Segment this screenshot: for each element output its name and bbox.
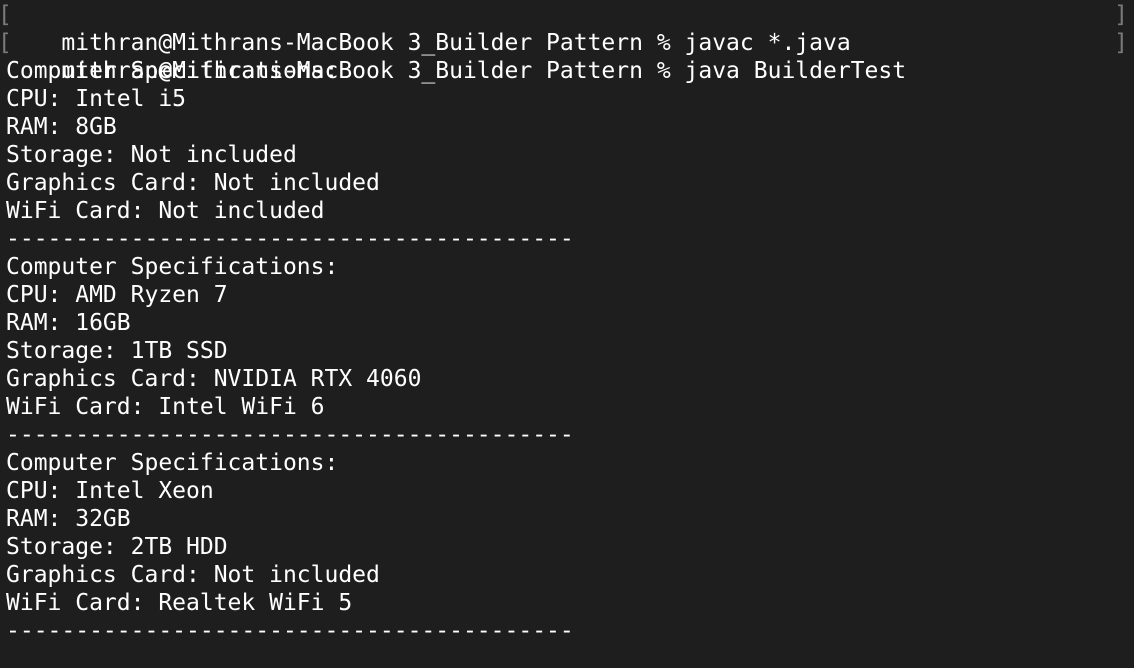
command-line: [mithran@Mithrans-MacBook 3_Builder Patt… bbox=[0, 1, 1134, 56]
output-line: WiFi Card: Not included bbox=[6, 198, 325, 224]
separator-line: ----------------------------------------… bbox=[6, 618, 574, 644]
terminal-window[interactable]: [ mithran@Mithrans-MacBook 3_Builder Patt… bbox=[0, 0, 1134, 668]
line-marker-right: ] bbox=[1114, 30, 1128, 56]
output-line: Computer Specifications: bbox=[6, 58, 339, 84]
output-line: CPU: AMD Ryzen 7 bbox=[6, 282, 228, 308]
output-line: CPU: Intel i5 bbox=[6, 86, 187, 112]
output-line: Storage: 1TB SSD bbox=[6, 338, 228, 364]
output-line: Graphics Card: NVIDIA RTX 4060 bbox=[6, 366, 422, 392]
output-line: RAM: 8GB bbox=[6, 114, 117, 140]
output-line: Graphics Card: Not included bbox=[6, 170, 380, 196]
line-marker-left: [ bbox=[0, 29, 12, 57]
output-line: Computer Specifications: bbox=[6, 450, 339, 476]
separator-line: ----------------------------------------… bbox=[6, 422, 574, 448]
separator-line: ----------------------------------------… bbox=[6, 226, 574, 252]
output-line: Storage: 2TB HDD bbox=[6, 534, 228, 560]
command-line: [mithran@Mithrans-MacBook 3_Builder Patt… bbox=[0, 29, 1134, 84]
output-line: Graphics Card: Not included bbox=[6, 562, 380, 588]
active-prompt-line[interactable]: mithran@Mithrans-MacBook 3_Builder Patte… bbox=[0, 645, 1134, 668]
output-line: RAM: 16GB bbox=[6, 310, 131, 336]
output-line: Storage: Not included bbox=[6, 142, 297, 168]
output-line: CPU: Intel Xeon bbox=[6, 478, 214, 504]
line-marker-right: ] bbox=[1114, 2, 1128, 28]
output-line: WiFi Card: Intel WiFi 6 bbox=[6, 394, 325, 420]
output-line: RAM: 32GB bbox=[6, 506, 131, 532]
output-line: WiFi Card: Realtek WiFi 5 bbox=[6, 590, 353, 616]
output-line: Computer Specifications: bbox=[6, 254, 339, 280]
line-marker-left: [ bbox=[0, 1, 12, 29]
